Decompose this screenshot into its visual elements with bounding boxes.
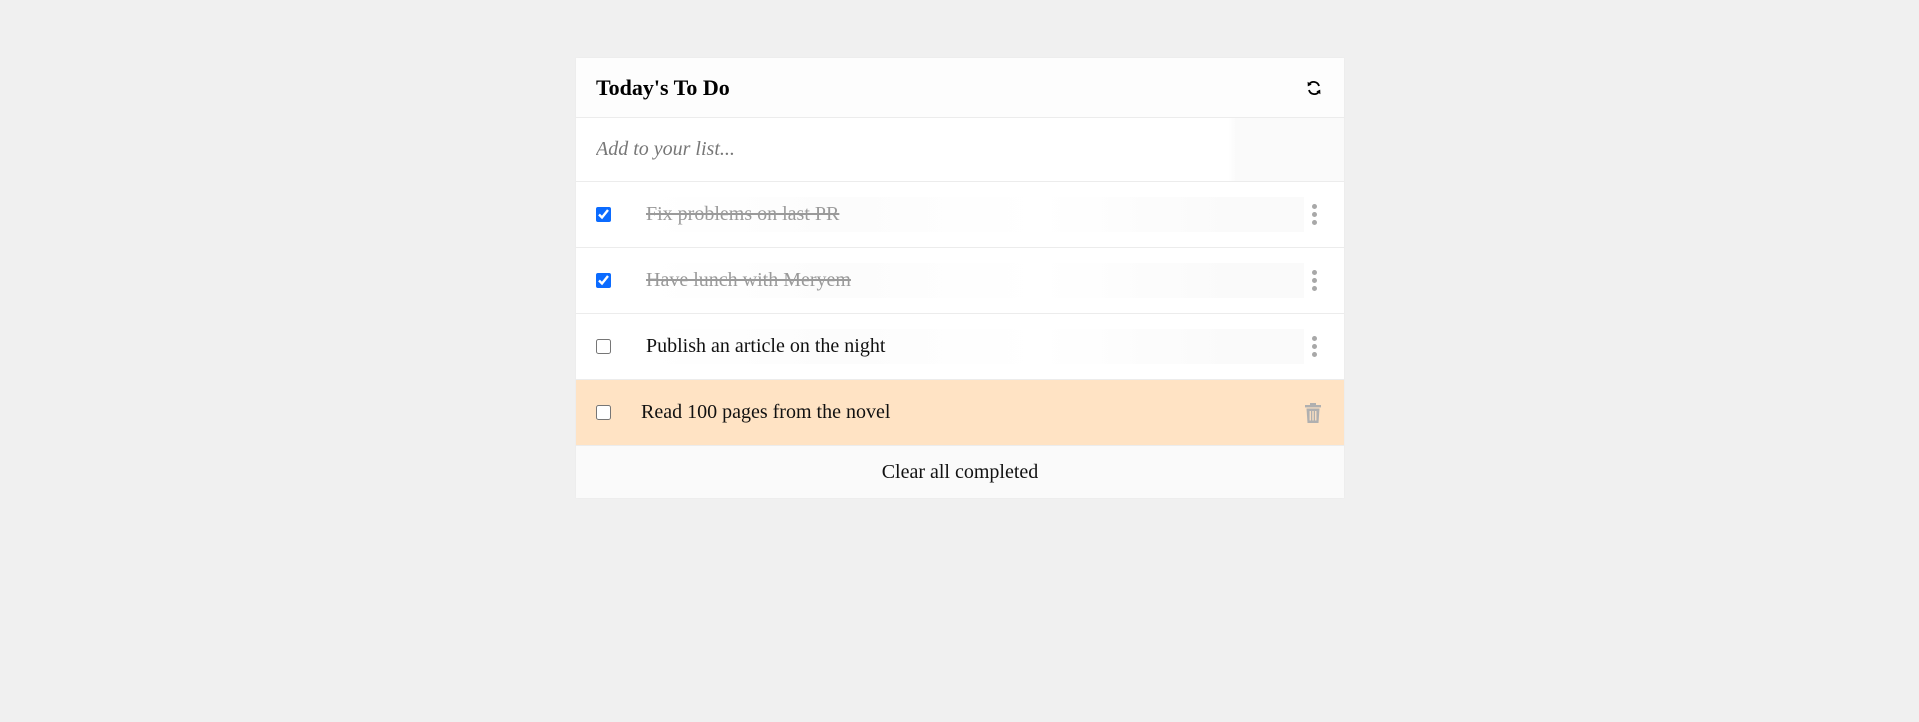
todo-item: Fix problems on last PR xyxy=(576,182,1344,248)
todo-item-text[interactable]: Publish an article on the night xyxy=(646,329,1304,364)
more-options-icon[interactable] xyxy=(1304,335,1324,359)
clear-completed-button[interactable]: Clear all completed xyxy=(576,446,1344,498)
refresh-icon[interactable] xyxy=(1304,78,1324,98)
more-options-icon[interactable] xyxy=(1304,269,1324,293)
todo-item-hovered: Read 100 pages from the novel xyxy=(576,380,1344,446)
todo-checkbox[interactable] xyxy=(596,207,611,222)
more-options-icon[interactable] xyxy=(1304,203,1324,227)
trash-icon[interactable] xyxy=(1302,401,1324,425)
todo-checkbox[interactable] xyxy=(596,273,611,288)
todo-header: Today's To Do xyxy=(576,58,1344,118)
page-title: Today's To Do xyxy=(596,74,730,100)
todo-item: Publish an article on the night xyxy=(576,314,1344,380)
todo-item-text[interactable]: Fix problems on last PR xyxy=(646,197,1304,232)
todo-card: Today's To Do Fix problems on last PR Ha… xyxy=(576,58,1344,498)
todo-item-text[interactable]: Have lunch with Meryem xyxy=(646,263,1304,298)
todo-checkbox[interactable] xyxy=(596,339,611,354)
todo-item: Have lunch with Meryem xyxy=(576,248,1344,314)
add-item-row xyxy=(576,118,1344,182)
add-item-input[interactable] xyxy=(596,138,1324,161)
todo-item-text[interactable]: Read 100 pages from the novel xyxy=(641,395,1302,430)
todo-checkbox[interactable] xyxy=(596,405,611,420)
